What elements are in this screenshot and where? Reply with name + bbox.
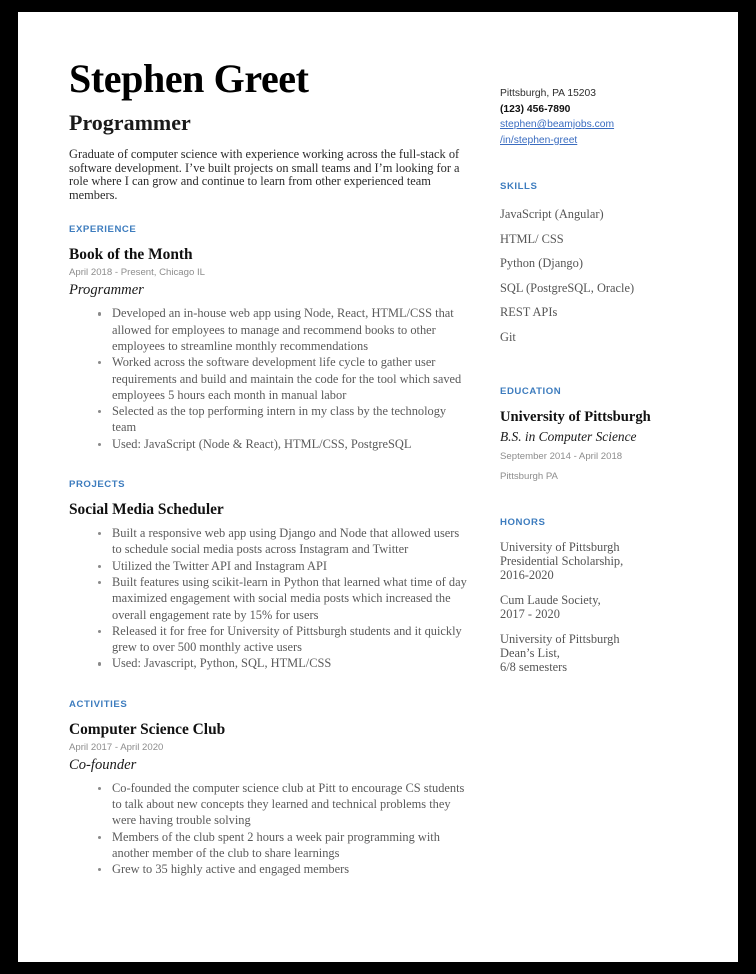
contact-phone: (123) 456-7890 xyxy=(500,103,571,115)
candidate-job-title: Programmer xyxy=(69,110,191,135)
activity-bullet-list: Co-founded the computer science club at … xyxy=(69,780,467,878)
right-spacer-education xyxy=(500,353,693,386)
project-title: Social Media Scheduler xyxy=(69,501,224,519)
list-item: Git xyxy=(500,329,516,344)
experience-company: Book of the Month xyxy=(69,246,193,264)
education-dates: September 2014 - April 2018 xyxy=(500,451,623,463)
section-heading-honors: HONORS xyxy=(500,517,546,529)
activity-date: April 2017 - April 2020 xyxy=(69,741,164,753)
page-frame: Stephen Greet Programmer Graduate of com… xyxy=(0,0,756,974)
honors-list: University of Pittsburgh Presidential Sc… xyxy=(500,541,693,674)
list-item: Built a responsive web app using Django … xyxy=(69,525,467,558)
list-item: University of Pittsburgh Presidential Sc… xyxy=(500,540,624,582)
list-item: Members of the club spent 2 hours a week… xyxy=(69,829,467,862)
list-item: Released it for free for University of P… xyxy=(69,623,467,656)
experience-date: April 2018 - Present, Chicago IL xyxy=(69,267,205,279)
list-item: Python (Django) xyxy=(500,256,583,271)
list-item: Developed an in-house web app using Node… xyxy=(69,305,467,354)
list-item: Used: Javascript, Python, SQL, HTML/CSS xyxy=(69,655,467,671)
contact-email-link[interactable]: stephen@beamjobs.com xyxy=(500,117,693,133)
professional-summary: Graduate of computer science with experi… xyxy=(69,147,460,202)
list-item: JavaScript (Angular) xyxy=(500,207,604,222)
project-bullet-list: Built a responsive web app using Django … xyxy=(69,525,467,672)
resume-columns: Stephen Greet Programmer Graduate of com… xyxy=(69,55,693,878)
right-spacer-honors xyxy=(500,484,693,517)
resume-page: Stephen Greet Programmer Graduate of com… xyxy=(18,12,738,962)
education-degree: B.S. in Computer Science xyxy=(500,429,637,445)
contact-location: Pittsburgh, PA 15203 xyxy=(500,88,596,99)
section-heading-experience: EXPERIENCE xyxy=(69,224,137,236)
list-item: Selected as the top performing intern in… xyxy=(69,403,467,436)
list-item: Built features using scikit-learn in Pyt… xyxy=(69,574,467,623)
activity-role: Co-founder xyxy=(69,756,137,773)
experience-role: Programmer xyxy=(69,282,144,299)
left-column: Stephen Greet Programmer Graduate of com… xyxy=(69,55,467,878)
right-spacer-skills xyxy=(500,148,693,181)
candidate-name: Stephen Greet xyxy=(69,56,309,101)
contact-linkedin-link[interactable]: /in/stephen-greet xyxy=(500,133,693,149)
education-location: Pittsburgh PA xyxy=(500,470,558,482)
list-item: SQL (PostgreSQL, Oracle) xyxy=(500,280,635,295)
experience-bullet-list: Developed an in-house web app using Node… xyxy=(69,305,467,452)
resume-content: Stephen Greet Programmer Graduate of com… xyxy=(69,55,693,878)
activity-entry: Computer Science Club April 2017 - April… xyxy=(69,720,467,878)
list-item: University of Pittsburgh Dean’s List, 6/… xyxy=(500,632,620,674)
section-heading-activities: ACTIVITIES xyxy=(69,698,128,710)
section-heading-projects: PROJECTS xyxy=(69,479,126,491)
activity-title: Computer Science Club xyxy=(69,720,226,738)
contact-block: Pittsburgh, PA 15203 (123) 456-7890 step… xyxy=(500,55,693,148)
section-heading-skills: SKILLS xyxy=(500,181,538,193)
experience-entry: Book of the Month April 2018 - Present, … xyxy=(69,245,467,452)
list-item: Cum Laude Society, 2017 - 2020 xyxy=(500,593,601,621)
list-item: Co-founded the computer science club at … xyxy=(69,780,467,829)
list-item: Grew to 35 highly active and engaged mem… xyxy=(69,861,467,877)
skills-list: JavaScript (Angular) HTML/ CSS Python (D… xyxy=(500,206,693,345)
project-entry: Social Media Scheduler Built a responsiv… xyxy=(69,500,467,672)
list-item: HTML/ CSS xyxy=(500,231,564,246)
list-item: REST APIs xyxy=(500,305,558,320)
list-item: Used: JavaScript (Node & React), HTML/CS… xyxy=(69,436,467,452)
list-item: Utilized the Twitter API and Instagram A… xyxy=(69,558,467,574)
education-entry: University of Pittsburgh B.S. in Compute… xyxy=(500,408,693,484)
education-school: University of Pittsburgh xyxy=(500,409,651,426)
section-heading-education: EDUCATION xyxy=(500,386,562,398)
list-item: Worked across the software development l… xyxy=(69,354,467,403)
right-column: Pittsburgh, PA 15203 (123) 456-7890 step… xyxy=(500,55,693,686)
